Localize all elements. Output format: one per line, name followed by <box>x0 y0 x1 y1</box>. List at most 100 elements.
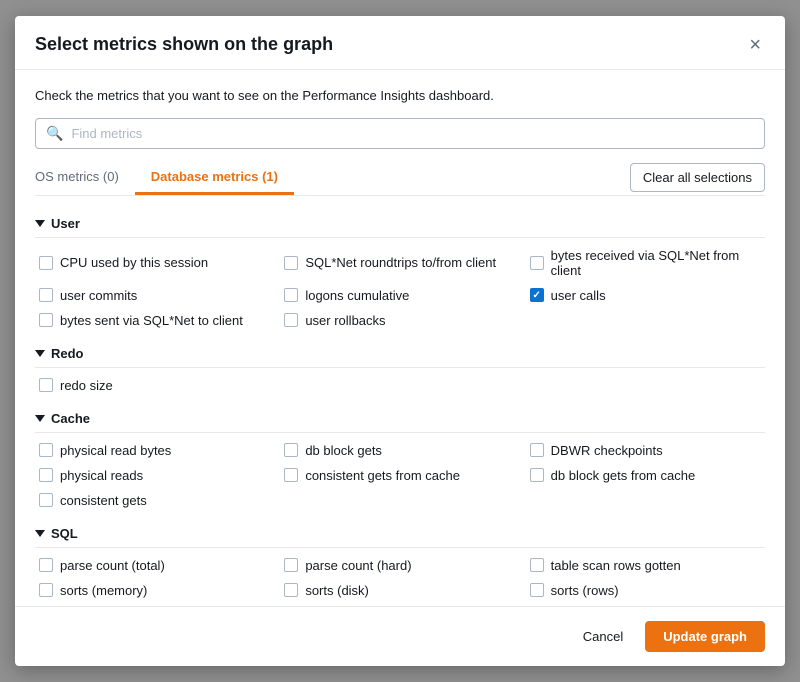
metric-label: physical read bytes <box>60 443 171 458</box>
metric-checkbox[interactable] <box>39 558 53 572</box>
modal-body: Check the metrics that you want to see o… <box>15 70 785 606</box>
metric-label: sorts (memory) <box>60 583 147 598</box>
metric-checkbox[interactable] <box>530 256 544 270</box>
collapse-cache-icon[interactable] <box>35 415 45 422</box>
metric-label: bytes received via SQL*Net from client <box>551 248 765 278</box>
select-metrics-modal: Select metrics shown on the graph × Chec… <box>15 16 785 666</box>
list-item: logons cumulative <box>284 286 519 305</box>
section-redo-label: Redo <box>51 346 84 361</box>
list-item: DBWR checkpoints <box>530 441 765 460</box>
metric-checkbox-checked[interactable] <box>530 288 544 302</box>
list-item: consistent gets <box>39 491 274 510</box>
section-cache-header: Cache <box>35 403 765 433</box>
close-button[interactable]: × <box>745 35 765 55</box>
collapse-user-icon[interactable] <box>35 220 45 227</box>
list-item: sorts (disk) <box>284 581 519 600</box>
list-item: user rollbacks <box>284 311 519 330</box>
metric-label: logons cumulative <box>305 288 409 303</box>
modal-title: Select metrics shown on the graph <box>35 34 333 55</box>
metric-checkbox[interactable] <box>530 468 544 482</box>
tab-os-metrics[interactable]: OS metrics (0) <box>35 161 135 195</box>
metric-label: user commits <box>60 288 137 303</box>
metric-checkbox[interactable] <box>530 558 544 572</box>
section-redo-header: Redo <box>35 338 765 368</box>
redo-metrics-grid: redo size <box>35 376 765 395</box>
list-item: CPU used by this session <box>39 246 274 280</box>
tabs-row: OS metrics (0) Database metrics (1) Clea… <box>35 161 765 196</box>
metric-checkbox[interactable] <box>39 256 53 270</box>
metric-label: db block gets <box>305 443 382 458</box>
metric-label: user calls <box>551 288 606 303</box>
metric-label: consistent gets <box>60 493 147 508</box>
list-item: consistent gets from cache <box>284 466 519 485</box>
metric-checkbox[interactable] <box>284 468 298 482</box>
list-item: sorts (rows) <box>530 581 765 600</box>
section-user-label: User <box>51 216 80 231</box>
section-user: User CPU used by this session SQL*Net ro… <box>35 208 765 330</box>
metric-label: redo size <box>60 378 113 393</box>
metric-label: DBWR checkpoints <box>551 443 663 458</box>
section-user-header: User <box>35 208 765 238</box>
metric-checkbox[interactable] <box>284 583 298 597</box>
search-icon: 🔍 <box>46 125 63 142</box>
metric-label: parse count (total) <box>60 558 165 573</box>
list-item: parse count (total) <box>39 556 274 575</box>
clear-all-button[interactable]: Clear all selections <box>630 163 765 192</box>
list-item: redo size <box>39 376 274 395</box>
cache-metrics-grid: physical read bytes db block gets DBWR c… <box>35 441 765 510</box>
metric-label: bytes sent via SQL*Net to client <box>60 313 243 328</box>
metric-checkbox[interactable] <box>284 313 298 327</box>
modal-description: Check the metrics that you want to see o… <box>35 86 765 106</box>
metric-checkbox[interactable] <box>530 443 544 457</box>
section-sql: SQL parse count (total) parse count (har… <box>35 518 765 600</box>
section-redo: Redo redo size <box>35 338 765 395</box>
tabs-container: OS metrics (0) Database metrics (1) <box>35 161 294 195</box>
metrics-content: User CPU used by this session SQL*Net ro… <box>35 208 765 607</box>
metric-label: db block gets from cache <box>551 468 696 483</box>
search-input[interactable] <box>71 126 754 141</box>
list-item: SQL*Net roundtrips to/from client <box>284 246 519 280</box>
metric-checkbox[interactable] <box>284 558 298 572</box>
sql-metrics-grid: parse count (total) parse count (hard) t… <box>35 556 765 600</box>
list-item: user commits <box>39 286 274 305</box>
search-bar: 🔍 <box>35 118 765 149</box>
list-item: bytes sent via SQL*Net to client <box>39 311 274 330</box>
metric-checkbox[interactable] <box>39 493 53 507</box>
tab-database-metrics[interactable]: Database metrics (1) <box>135 161 294 195</box>
section-sql-label: SQL <box>51 526 78 541</box>
metric-checkbox[interactable] <box>284 288 298 302</box>
metric-label: CPU used by this session <box>60 255 208 270</box>
modal-footer: Cancel Update graph <box>15 606 785 666</box>
metric-checkbox[interactable] <box>39 468 53 482</box>
list-item: user calls <box>530 286 765 305</box>
metric-checkbox[interactable] <box>284 443 298 457</box>
list-item: bytes received via SQL*Net from client <box>530 246 765 280</box>
cancel-button[interactable]: Cancel <box>571 623 635 650</box>
section-sql-header: SQL <box>35 518 765 548</box>
metric-label: table scan rows gotten <box>551 558 681 573</box>
list-item: physical read bytes <box>39 441 274 460</box>
section-cache-label: Cache <box>51 411 90 426</box>
metric-label: physical reads <box>60 468 143 483</box>
metric-label: SQL*Net roundtrips to/from client <box>305 255 496 270</box>
collapse-sql-icon[interactable] <box>35 530 45 537</box>
metric-label: consistent gets from cache <box>305 468 460 483</box>
list-item: physical reads <box>39 466 274 485</box>
metric-label: sorts (disk) <box>305 583 369 598</box>
metric-label: user rollbacks <box>305 313 385 328</box>
metric-checkbox[interactable] <box>39 288 53 302</box>
metric-label: sorts (rows) <box>551 583 619 598</box>
list-item: db block gets <box>284 441 519 460</box>
metric-checkbox[interactable] <box>39 583 53 597</box>
metric-checkbox[interactable] <box>39 313 53 327</box>
metric-checkbox[interactable] <box>530 583 544 597</box>
list-item: db block gets from cache <box>530 466 765 485</box>
metric-checkbox[interactable] <box>39 443 53 457</box>
collapse-redo-icon[interactable] <box>35 350 45 357</box>
list-item: parse count (hard) <box>284 556 519 575</box>
metric-label: parse count (hard) <box>305 558 411 573</box>
metric-checkbox[interactable] <box>284 256 298 270</box>
metric-checkbox[interactable] <box>39 378 53 392</box>
section-cache: Cache physical read bytes db block gets <box>35 403 765 510</box>
update-graph-button[interactable]: Update graph <box>645 621 765 652</box>
